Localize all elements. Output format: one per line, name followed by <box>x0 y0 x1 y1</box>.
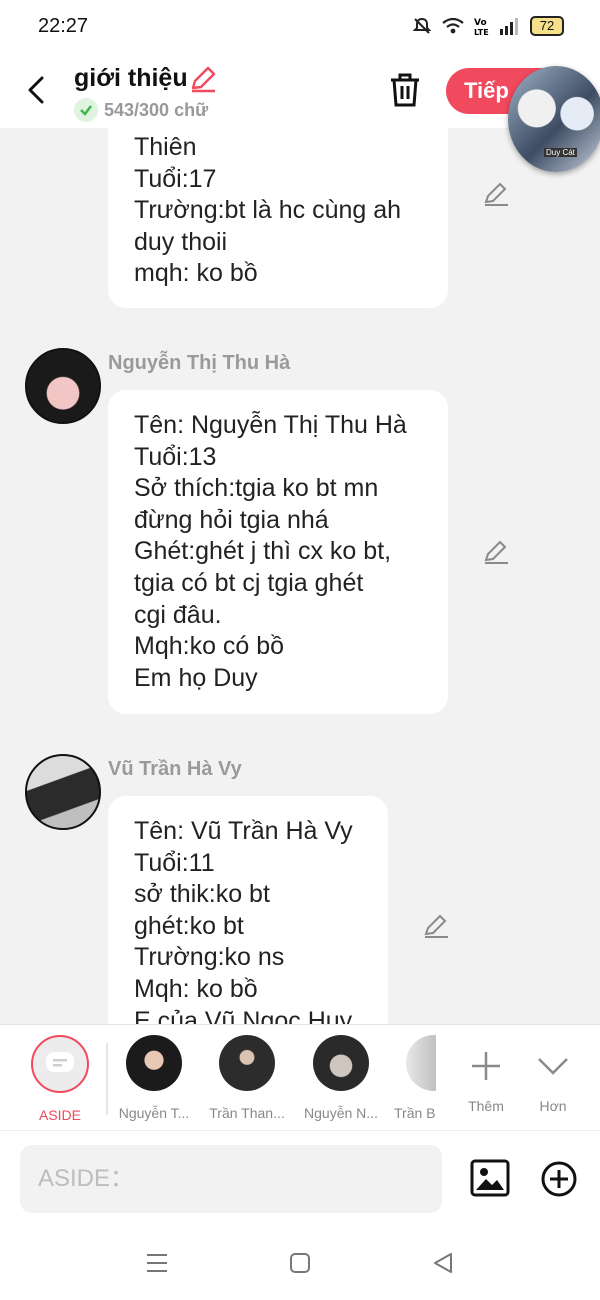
image-icon[interactable] <box>470 1159 510 1197</box>
message-line: Ghét:ghét j thì cx ko bt, <box>134 537 392 566</box>
message-line: Tên: Vũ Trần Hà Vy <box>134 817 353 845</box>
message-author: Vũ Trần Hà Vy <box>108 758 242 780</box>
character-avatar <box>406 1035 436 1091</box>
aside-avatar <box>31 1035 89 1093</box>
trash-icon[interactable] <box>388 72 422 108</box>
svg-text:Vo: Vo <box>474 18 487 28</box>
character-name: Trần B <box>394 1105 436 1121</box>
status-time: 22:27 <box>38 14 89 37</box>
message-bubble[interactable]: Tên: Nguyễn Thị Thu Hà Tuổi:13 Sở thích:… <box>108 390 448 714</box>
check-icon <box>74 98 98 122</box>
character-name: Trần Than... <box>209 1105 285 1121</box>
aside-button[interactable]: ASIDE <box>15 1035 105 1123</box>
message-line: E của Vũ Ngọc Huy <box>134 1006 353 1024</box>
message-line: tgia có bt cj tgia ghét <box>134 568 364 597</box>
message-line: Trường:bt là hc cùng ah <box>134 196 402 225</box>
message-line: Mqh: ko bồ <box>134 974 258 1003</box>
word-count-text: 543/300 chữ <box>104 99 209 120</box>
chat-content[interactable]: Thiên Tuổi:17 Trường:bt là hc cùng ah du… <box>0 128 600 1024</box>
message-line: Sở thích:tgia ko bt mn <box>134 474 379 503</box>
chat-bubble-icon <box>46 1052 74 1072</box>
message-line: Tuổi:17 <box>134 164 217 193</box>
system-nav-bar <box>0 1230 600 1300</box>
back-triangle-icon[interactable] <box>432 1252 454 1274</box>
character-avatar <box>126 1035 182 1091</box>
message-line: Em họ Duy <box>134 663 258 692</box>
divider <box>106 1043 108 1115</box>
volte-icon: Vo LTE <box>474 18 489 36</box>
message-author: Nguyễn Thị Thu Hà <box>108 352 291 374</box>
pencil-edit-icon[interactable] <box>482 180 510 208</box>
message-line: sở thik:ko bt <box>134 880 270 909</box>
pencil-edit-icon[interactable] <box>188 64 218 94</box>
message-bubble[interactable]: Tên: Vũ Trần Hà Vy Tuổi:11 sở thik:ko bt… <box>108 796 388 1024</box>
expand-label: Hơn <box>539 1098 567 1114</box>
page-title: giới thiệu <box>74 64 188 92</box>
wifi-icon <box>442 17 464 34</box>
message-line: Tuổi:11 <box>134 848 215 877</box>
character-avatar <box>313 1035 369 1091</box>
back-arrow-icon[interactable] <box>20 72 56 108</box>
character-name: Nguyễn N... <box>304 1105 378 1121</box>
character-avatar <box>219 1035 275 1091</box>
character-item[interactable]: Trần B <box>384 1035 436 1121</box>
character-selector-bar: ASIDE Nguyễn T... Trần Than... Nguyễn N.… <box>0 1024 600 1131</box>
message-line: Trường:ko ns <box>134 943 285 972</box>
message-line: Mqh:ko có bồ <box>134 632 285 661</box>
expand-button[interactable]: Hơn <box>508 1035 598 1114</box>
character-item[interactable]: Nguyễn N... <box>296 1035 386 1121</box>
message-line: mqh: ko bồ <box>134 259 258 288</box>
aside-label: ASIDE <box>38 1107 81 1123</box>
character-name: Nguyễn T... <box>118 1105 190 1121</box>
signal-icon <box>500 18 518 35</box>
message-line: cgi đâu. <box>134 600 222 629</box>
message-line: duy thoii <box>134 227 228 256</box>
battery-indicator: 72 <box>530 16 564 36</box>
word-count: 543/300 chữ <box>74 98 208 122</box>
character-item[interactable]: Nguyễn T... <box>109 1035 199 1121</box>
floating-avatar-tag: Duy Cát <box>544 148 577 157</box>
add-circle-icon[interactable] <box>540 1160 578 1198</box>
floating-character-avatar[interactable]: Duy Cát <box>508 66 600 172</box>
aside-input[interactable] <box>20 1145 442 1213</box>
input-bar <box>0 1130 600 1231</box>
message-line: Tuổi:13 <box>134 442 217 471</box>
pencil-edit-icon[interactable] <box>482 538 510 566</box>
character-item[interactable]: Trần Than... <box>202 1035 292 1121</box>
status-bar: 22:27 Vo LTE 72 <box>0 0 600 52</box>
pencil-edit-icon[interactable] <box>422 912 450 940</box>
home-square-icon[interactable] <box>289 1252 311 1274</box>
mute-bell-icon <box>412 17 432 34</box>
message-line: đừng hỏi tgia nhá <box>134 505 329 534</box>
message-line: ghét:ko bt <box>134 911 244 940</box>
avatar[interactable] <box>25 348 101 424</box>
plus-icon <box>472 1052 500 1080</box>
svg-text:LTE: LTE <box>474 28 489 36</box>
menu-icon[interactable] <box>145 1252 169 1274</box>
message-line: Thiên <box>134 133 197 161</box>
status-icons: Vo LTE 72 <box>412 16 564 36</box>
chevron-down-icon <box>538 1058 568 1075</box>
avatar[interactable] <box>25 754 101 830</box>
message-bubble[interactable]: Thiên Tuổi:17 Trường:bt là hc cùng ah du… <box>108 128 448 308</box>
message-line: Tên: Nguyễn Thị Thu Hà <box>134 411 407 439</box>
